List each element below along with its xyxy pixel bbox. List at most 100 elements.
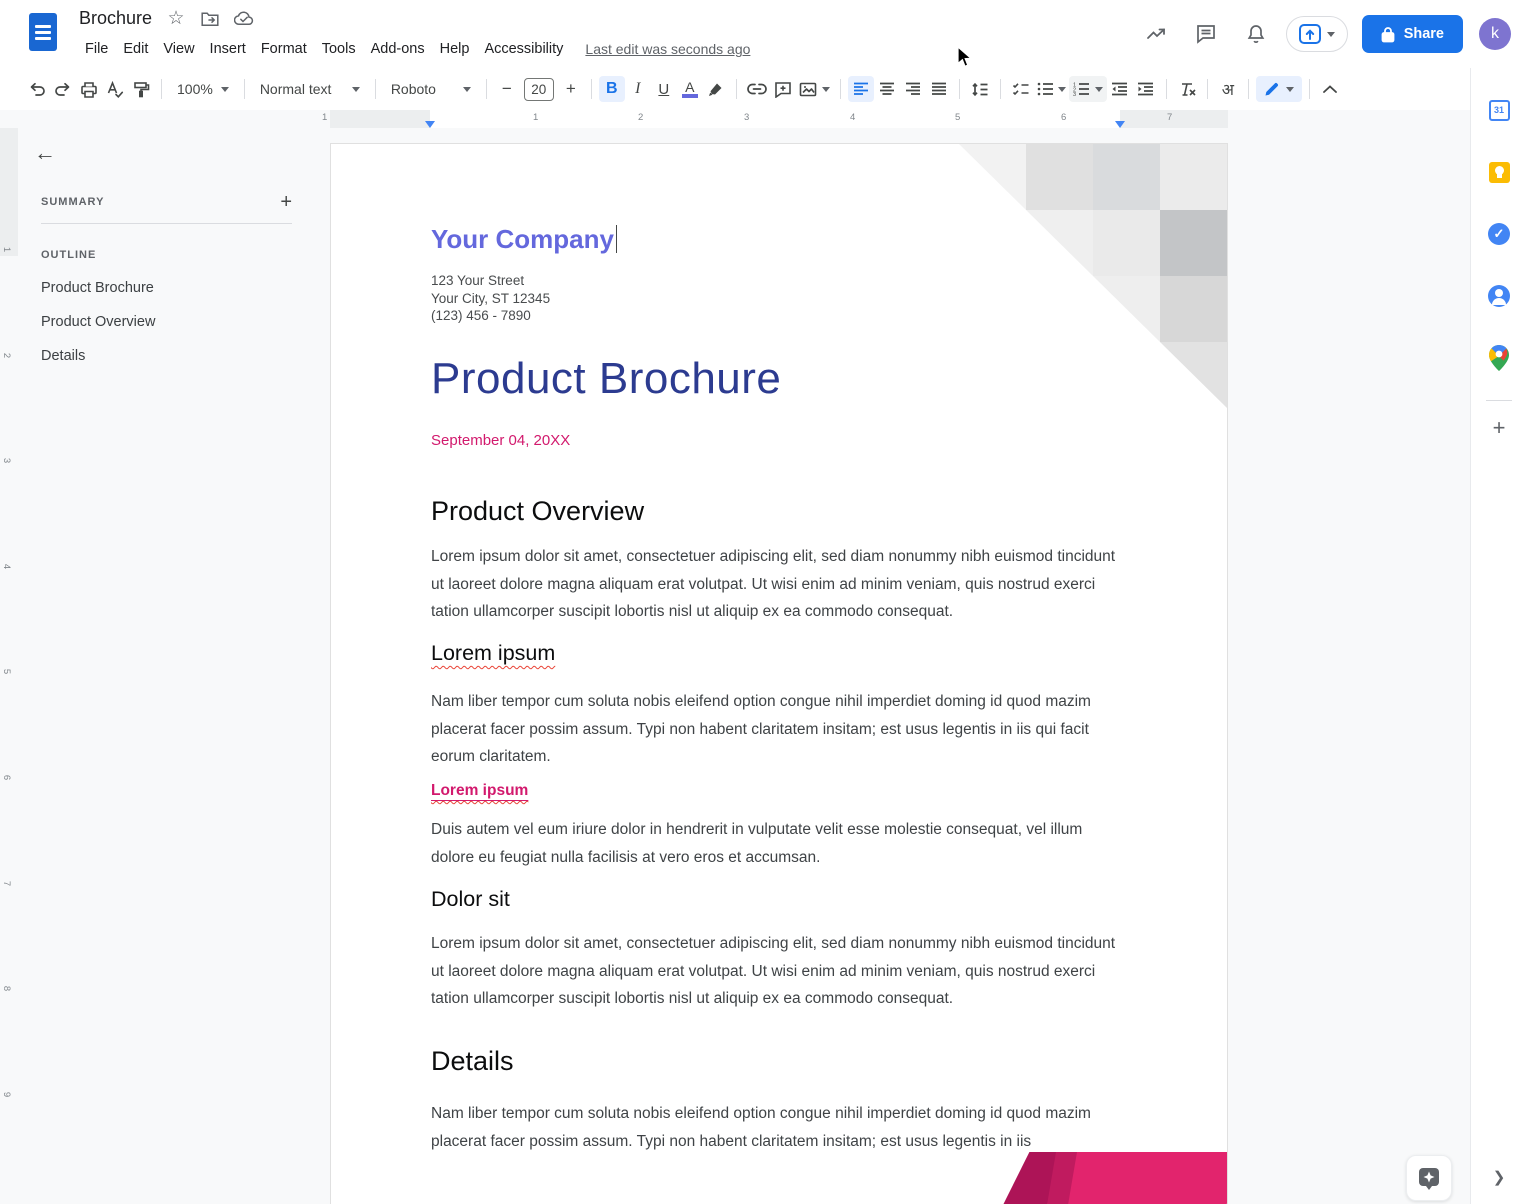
horizontal-ruler[interactable]: 1 1 2 3 4 5 6 7 — [0, 110, 1527, 128]
numbered-list-caret-icon — [1095, 87, 1103, 92]
menu-help[interactable]: Help — [433, 38, 477, 60]
font-select[interactable]: Roboto — [383, 76, 479, 102]
last-edit-link[interactable]: Last edit was seconds ago — [585, 41, 750, 57]
insert-image-button[interactable] — [796, 76, 833, 102]
undo-button[interactable] — [24, 76, 50, 102]
google-calendar-icon[interactable]: 31 — [1479, 90, 1519, 130]
redo-button[interactable] — [50, 76, 76, 102]
align-center-button[interactable] — [874, 76, 900, 102]
paragraph-style-select[interactable]: Normal text — [252, 76, 368, 102]
present-icon — [1299, 24, 1321, 44]
section-body-duis-autem[interactable]: Duis autem vel eum iriure dolor in hendr… — [431, 816, 1123, 871]
outline-label: OUTLINE — [41, 249, 96, 261]
section-heading-dolor-sit[interactable]: Dolor sit — [431, 887, 1123, 912]
summary-label: SUMMARY — [41, 196, 104, 208]
google-contacts-icon[interactable] — [1479, 276, 1519, 316]
section-heading-lorem-ipsum[interactable]: Lorem ipsum — [431, 641, 555, 665]
left-indent-marker[interactable] — [425, 121, 435, 128]
zoom-select[interactable]: 100% — [169, 76, 237, 102]
lock-icon — [1381, 26, 1395, 43]
menu-format[interactable]: Format — [254, 38, 314, 60]
increase-indent-button[interactable] — [1133, 76, 1159, 102]
style-caret-icon — [352, 87, 360, 92]
align-left-button[interactable] — [848, 76, 874, 102]
google-maps-icon[interactable] — [1479, 338, 1519, 378]
section-heading-details[interactable]: Details — [431, 1046, 1123, 1077]
menu-view[interactable]: View — [156, 38, 201, 60]
cloud-status-icon[interactable] — [234, 9, 254, 29]
outline-item-details[interactable]: Details — [20, 339, 310, 373]
section-heading-product-overview[interactable]: Product Overview — [431, 496, 1123, 527]
account-avatar[interactable]: k — [1479, 18, 1511, 50]
activity-dashboard-icon[interactable] — [1136, 14, 1176, 54]
google-tasks-icon[interactable]: ✓ — [1479, 214, 1519, 254]
paint-format-button[interactable] — [128, 76, 154, 102]
line-spacing-button[interactable] — [967, 76, 993, 102]
comment-history-icon[interactable] — [1186, 14, 1226, 54]
checklist-button[interactable] — [1008, 76, 1034, 102]
present-caret-icon — [1327, 32, 1335, 37]
font-size-increase-button[interactable]: + — [558, 76, 584, 102]
outline-item-product-brochure[interactable]: Product Brochure — [20, 271, 310, 305]
lorem-ipsum-link[interactable]: Lorem ipsum — [431, 782, 528, 799]
menu-addons[interactable]: Add-ons — [364, 38, 432, 60]
align-justify-button[interactable] — [926, 76, 952, 102]
document-title[interactable]: Brochure — [79, 8, 152, 29]
decorative-pink-ribbon — [1003, 1152, 1228, 1204]
menu-file[interactable]: File — [78, 38, 115, 60]
right-indent-marker[interactable] — [1115, 121, 1125, 128]
notifications-bell-icon[interactable] — [1236, 14, 1276, 54]
editing-mode-caret-icon — [1286, 87, 1294, 92]
section-body-lorem-ipsum[interactable]: Nam liber tempor cum soluta nobis eleife… — [431, 688, 1123, 771]
collapse-toolbar-button[interactable] — [1317, 76, 1343, 102]
hide-side-panel-chevron[interactable]: ❯ — [1493, 1168, 1506, 1186]
company-address[interactable]: 123 Your Street Your City, ST 12345 (123… — [431, 272, 1123, 325]
bulleted-list-button[interactable] — [1034, 76, 1069, 102]
explore-button[interactable] — [1406, 1155, 1452, 1201]
add-comment-button[interactable] — [770, 76, 796, 102]
text-color-button[interactable]: A — [677, 76, 703, 102]
text-color-icon: A — [682, 81, 698, 98]
italic-button[interactable]: I — [625, 76, 651, 102]
document-heading-title[interactable]: Product Brochure — [431, 354, 1123, 404]
google-docs-logo-icon[interactable] — [29, 13, 57, 51]
pen-icon — [1264, 82, 1279, 97]
decrease-indent-button[interactable] — [1107, 76, 1133, 102]
font-size-decrease-button[interactable]: − — [494, 76, 520, 102]
add-summary-button[interactable]: + — [280, 194, 292, 210]
print-button[interactable] — [76, 76, 102, 102]
present-button[interactable] — [1286, 16, 1348, 52]
star-icon[interactable]: ☆ — [166, 9, 186, 29]
spellcheck-button[interactable] — [102, 76, 128, 102]
outline-item-product-overview[interactable]: Product Overview — [20, 305, 310, 339]
vertical-ruler[interactable]: 1 2 3 4 5 6 7 8 9 — [0, 128, 18, 1204]
clear-formatting-button[interactable] — [1174, 76, 1200, 102]
google-keep-icon[interactable] — [1479, 152, 1519, 192]
menu-tools[interactable]: Tools — [315, 38, 363, 60]
section-body-product-overview[interactable]: Lorem ipsum dolor sit amet, consectetuer… — [431, 543, 1123, 626]
svg-text:3: 3 — [1073, 92, 1076, 96]
bold-button[interactable]: B — [599, 76, 625, 102]
document-page[interactable]: Your Company 123 Your Street Your City, … — [330, 143, 1228, 1204]
close-outline-icon[interactable]: ← — [34, 140, 56, 165]
insert-link-button[interactable] — [744, 76, 770, 102]
input-tools-button[interactable]: अ — [1215, 76, 1241, 102]
menu-insert[interactable]: Insert — [203, 38, 253, 60]
align-right-button[interactable] — [900, 76, 926, 102]
company-name-text[interactable]: Your Company — [431, 224, 614, 254]
section-body-dolor-sit[interactable]: Lorem ipsum dolor sit amet, consectetuer… — [431, 930, 1123, 1013]
formatting-toolbar: 100% Normal text Roboto − 20 + B I U A — [0, 68, 1527, 110]
menu-accessibility[interactable]: Accessibility — [477, 38, 570, 60]
zoom-caret-icon — [221, 87, 229, 92]
get-addons-button[interactable]: + — [1493, 415, 1506, 441]
underline-button[interactable]: U — [651, 76, 677, 102]
document-date[interactable]: September 04, 20XX — [431, 432, 1123, 449]
editing-mode-button[interactable] — [1256, 76, 1302, 102]
share-button[interactable]: Share — [1362, 15, 1463, 53]
highlight-color-button[interactable] — [703, 76, 729, 102]
font-size-input[interactable]: 20 — [524, 78, 554, 101]
numbered-list-button[interactable]: 1 2 3 — [1069, 76, 1107, 102]
section-body-details[interactable]: Nam liber tempor cum soluta nobis eleife… — [431, 1100, 1123, 1155]
menu-edit[interactable]: Edit — [116, 38, 155, 60]
move-folder-icon[interactable] — [200, 9, 220, 29]
